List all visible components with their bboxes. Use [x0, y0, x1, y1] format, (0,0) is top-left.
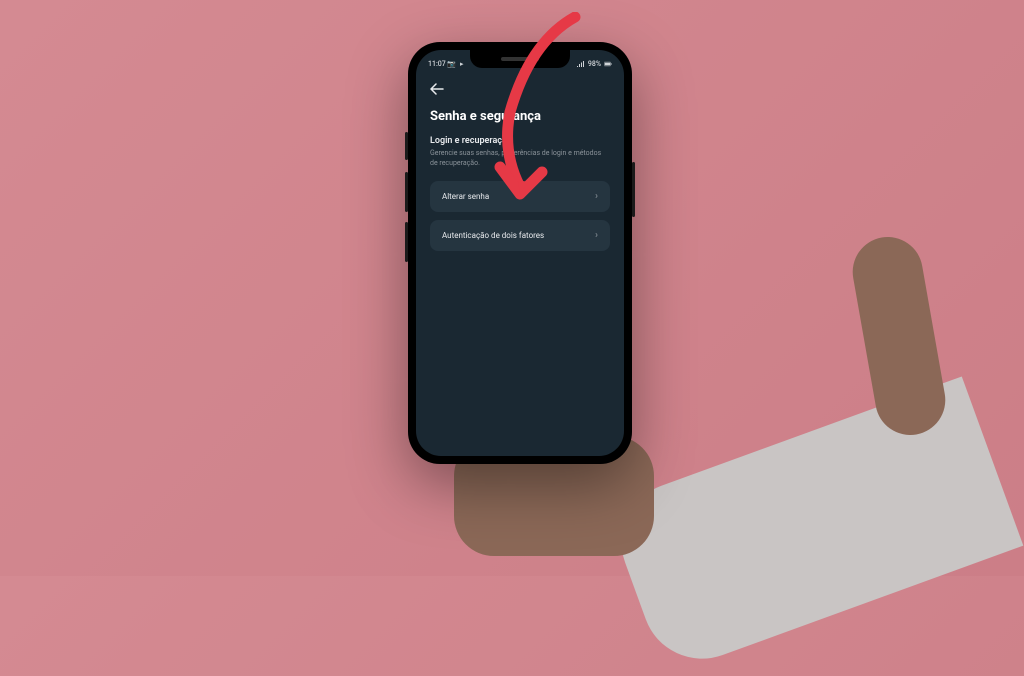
battery-icon: [604, 60, 612, 68]
section-description: Gerencie suas senhas, preferências de lo…: [430, 149, 610, 169]
back-button[interactable]: [430, 83, 444, 99]
chevron-right-icon: ›: [595, 230, 598, 241]
signal-icon: [577, 60, 585, 68]
setting-label: Autenticação de dois fatores: [442, 231, 544, 240]
setting-label: Alterar senha: [442, 192, 489, 201]
notification-icon: 📷: [448, 60, 456, 68]
phone-device: 11:07 📷 ▸ 98% Senha e segurança: [408, 42, 632, 464]
battery-percent: 98%: [588, 60, 601, 68]
chevron-right-icon: ›: [595, 191, 598, 202]
setting-item-two-factor[interactable]: Autenticação de dois fatores ›: [430, 220, 610, 251]
arrow-left-icon: [430, 83, 444, 95]
status-time: 11:07: [428, 60, 446, 68]
status-flag-icon: ▸: [458, 60, 466, 68]
phone-screen: 11:07 📷 ▸ 98% Senha e segurança: [416, 50, 624, 456]
phone-notch: [470, 50, 570, 68]
setting-item-change-password[interactable]: Alterar senha ›: [430, 181, 610, 212]
section-title: Login e recuperação: [430, 136, 610, 146]
page-title: Senha e segurança: [430, 109, 610, 124]
